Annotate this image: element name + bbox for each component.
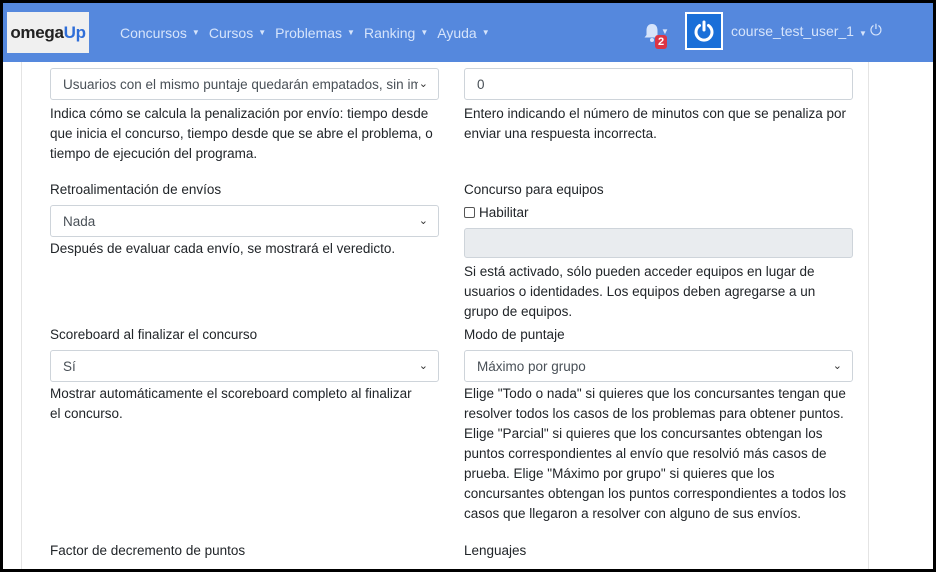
- select-value: Sí: [63, 358, 76, 374]
- select-value: Usuarios con el mismo puntaje quedarán e…: [63, 76, 418, 92]
- nav-item-label: Problemas: [275, 24, 343, 41]
- team-contest-checkbox[interactable]: Habilitar: [464, 205, 853, 220]
- nav-item-ranking[interactable]: Ranking ▼: [364, 25, 428, 41]
- power-logo-icon: [687, 14, 721, 48]
- penalty-minutes-help: Entero indicando el número de minutos co…: [464, 106, 846, 141]
- penalty-policy-field: Usuarios con el mismo puntaje quedarán e…: [50, 68, 439, 164]
- checkbox-icon: [464, 207, 475, 218]
- content-border-right: [868, 62, 869, 569]
- checkbox-label: Habilitar: [479, 205, 529, 220]
- nav-item-ayuda[interactable]: Ayuda ▼: [437, 25, 489, 41]
- nav-menu: Concursos ▼ Cursos ▼ Problemas ▼ Ranking ▼ A…: [120, 3, 499, 62]
- content-border-left: [21, 62, 22, 569]
- user-name: course_test_user_1: [731, 23, 854, 39]
- brand-logo[interactable]: omega Up: [7, 12, 89, 53]
- notification-badge: 2: [655, 35, 668, 49]
- nav-item-cursos[interactable]: Cursos ▼: [209, 25, 266, 41]
- caret-down-icon: ▼: [858, 29, 867, 38]
- caret-down-icon: ▼: [258, 28, 267, 37]
- score-mode-select[interactable]: Máximo por grupo ⌄: [464, 350, 853, 382]
- score-mode-help: Elige "Todo o nada" si quieres que los c…: [464, 386, 847, 521]
- avatar[interactable]: [685, 12, 723, 50]
- scoreboard-end-help: Mostrar automáticamente el scoreboard co…: [50, 386, 412, 421]
- team-contest-help: Si está activado, sólo pueden acceder eq…: [464, 264, 816, 319]
- select-value: Nada: [63, 213, 96, 229]
- nav-item-label: Ayuda: [437, 24, 477, 41]
- notifications-button[interactable]: ▼ 2: [643, 23, 669, 53]
- select-value: Máximo por grupo: [477, 358, 586, 374]
- team-contest-label: Concurso para equipos: [464, 182, 604, 197]
- penalty-minutes-input[interactable]: 0: [464, 68, 853, 100]
- score-mode-field: Modo de puntaje Máximo por grupo ⌄ Elige…: [464, 327, 853, 524]
- navbar: omega Up Concursos ▼ Cursos ▼ Problemas ▼ Ra…: [3, 3, 933, 62]
- logout-icon[interactable]: ⏻: [870, 22, 882, 39]
- caret-down-icon: ▼: [191, 28, 200, 37]
- chevron-down-icon: ⌄: [418, 215, 428, 227]
- feedback-help: Después de evaluar cada envío, se mostra…: [50, 241, 396, 256]
- chevron-down-icon: ⌄: [418, 360, 428, 372]
- nav-item-label: Cursos: [208, 24, 254, 41]
- brand-part2: Up: [63, 22, 86, 42]
- brand-part1: omega: [10, 22, 64, 42]
- points-decay-label: Factor de decremento de puntos: [50, 543, 246, 558]
- feedback-field: Retroalimentación de envíos Nada ⌄ Despu…: [50, 182, 439, 259]
- nav-item-label: Concursos: [120, 24, 187, 41]
- scoreboard-end-field: Scoreboard al finalizar el concurso Sí ⌄…: [50, 327, 439, 424]
- chevron-down-icon: ⌄: [418, 78, 428, 90]
- team-contest-field: Concurso para equipos Habilitar Si está …: [464, 182, 853, 322]
- languages-label: Lenguajes: [464, 543, 527, 558]
- penalty-policy-select[interactable]: Usuarios con el mismo puntaje quedarán e…: [50, 68, 439, 100]
- caret-down-icon: ▼: [420, 28, 429, 37]
- chevron-down-icon: ⌄: [832, 360, 842, 372]
- caret-down-icon: ▼: [481, 28, 490, 37]
- nav-item-problemas[interactable]: Problemas ▼: [275, 25, 355, 41]
- feedback-select[interactable]: Nada ⌄: [50, 205, 439, 237]
- user-menu[interactable]: course_test_user_1 ▼: [731, 23, 867, 39]
- team-group-input: [464, 228, 853, 258]
- penalty-minutes-field: 0 Entero indicando el número de minutos …: [464, 68, 853, 144]
- score-mode-label: Modo de puntaje: [464, 327, 565, 342]
- scoreboard-end-select[interactable]: Sí ⌄: [50, 350, 439, 382]
- caret-down-icon: ▼: [347, 28, 355, 37]
- nav-item-label: Ranking: [363, 24, 416, 41]
- scoreboard-end-label: Scoreboard al finalizar el concurso: [50, 327, 258, 342]
- penalty-policy-help: Indica cómo se calcula la penalización p…: [50, 106, 433, 161]
- nav-item-concursos[interactable]: Concursos ▼: [120, 25, 200, 41]
- feedback-label: Retroalimentación de envíos: [50, 182, 222, 197]
